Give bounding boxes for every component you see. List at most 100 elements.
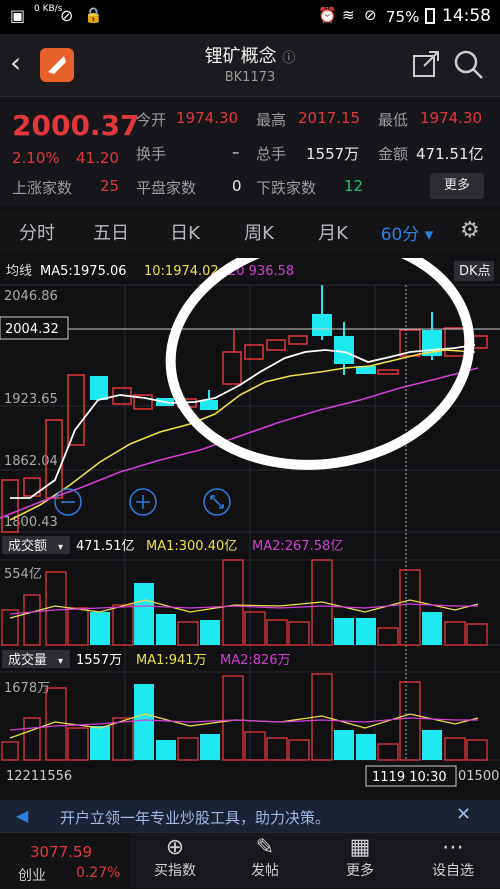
volume-ma2: MA2:826万 — [220, 653, 291, 668]
ellipsis-icon: ⋯ — [442, 835, 464, 860]
tab-60min[interactable]: 60分 ▾ — [370, 220, 444, 245]
open-label: 今开 — [136, 111, 167, 129]
back-icon[interactable]: ‹ — [10, 46, 21, 79]
add-watchlist-button[interactable]: ⋯ 设自选 — [408, 833, 498, 889]
index-name: 创业 — [18, 868, 46, 884]
info-icon[interactable]: ⓘ — [282, 51, 295, 66]
index-pct: 0.27% — [76, 865, 121, 881]
tab-monthly-k[interactable]: 月K — [296, 219, 370, 245]
header: ‹ 锂矿概念 ⓘ BK1173 — [0, 34, 500, 96]
volume-indicator-name: 成交量 — [8, 652, 47, 668]
y-tick: 2046.86 — [4, 289, 58, 304]
high-value: 2017.15 — [298, 109, 361, 127]
change-pct: 2.10% — [12, 149, 60, 167]
net-speed: 0 KB/s — [34, 4, 63, 14]
chevron-down-icon: ▾ — [58, 656, 63, 667]
more-button[interactable]: 更多 — [430, 173, 484, 199]
settings-icon[interactable]: ⚙ — [460, 218, 480, 243]
close-icon[interactable]: ✕ — [456, 804, 471, 825]
y-tick: 1923.65 — [4, 392, 58, 407]
low-value: 1974.30 — [420, 109, 483, 127]
alarm-icon: ⏰ — [318, 6, 337, 24]
kline-svg: 均线 MA5:1975.06 10:1974.02 20 936.58 DK点 … — [0, 234, 500, 787]
index-value: 3077.59 — [30, 843, 93, 861]
volume-max: 1678万 — [4, 681, 50, 696]
zoom-in-button[interactable] — [129, 488, 157, 516]
grid-icon: ▦ — [349, 835, 371, 860]
volume-value: 1557万 — [306, 145, 360, 163]
open-value: 1974.30 — [176, 109, 239, 127]
search-icon[interactable] — [454, 50, 484, 80]
post-label: 发帖 — [251, 863, 279, 879]
volume-ma1: MA1:941万 — [136, 653, 207, 668]
x-label-left: 12211556 — [6, 769, 72, 784]
ma5-label: MA5:1975.06 — [40, 264, 127, 279]
page-title-text: 锂矿概念 — [204, 46, 277, 67]
promo-banner[interactable]: ◀ 开户立领一年专业炒股工具，助力决策。 ✕ — [0, 800, 500, 832]
turnover-label: 换手 — [136, 145, 167, 163]
low-label: 最低 — [378, 111, 409, 129]
crosshair-time: 1119 10:30 — [372, 770, 447, 785]
add-watchlist-label: 设自选 — [432, 863, 474, 879]
fullscreen-icon[interactable] — [203, 488, 231, 516]
up-count: 25 — [100, 177, 120, 195]
post-button[interactable]: ✎ 发帖 — [220, 833, 310, 889]
page-title: 锂矿概念 ⓘ — [150, 42, 350, 68]
quote-panel: 2000.37 2.10% 41.20 今开 1974.30 最高 2017.1… — [0, 96, 500, 206]
tab-weekly-k[interactable]: 周K — [222, 219, 296, 245]
tab-intraday[interactable]: 分时 — [0, 219, 74, 245]
up-count-label: 上涨家数 — [12, 179, 73, 197]
status-bar: ▣ 0 KB/s ⊘ 🔒 ⏰ ≋ ⊘ 75% 14:58 — [0, 0, 500, 34]
highlight-circle — [165, 234, 475, 470]
more-menu-label: 更多 — [346, 863, 374, 879]
more-menu-button[interactable]: ▦ 更多 — [315, 833, 405, 889]
index-ticker[interactable]: 3077.59 创业 0.27% — [0, 833, 130, 889]
y-tick: 1800.43 — [4, 515, 58, 530]
ma10-label: 10:1974.02 — [144, 264, 219, 279]
clock: 14:58 — [442, 6, 491, 26]
amount-ma2: MA2:267.58亿 — [252, 539, 343, 554]
flat-count: 0 — [232, 177, 242, 195]
edit-icon: ✎ — [255, 835, 275, 860]
volume-panel-value: 1557万 — [76, 653, 122, 668]
x-label-right: 01500 — [458, 769, 499, 784]
y-tick: 1862.04 — [4, 454, 58, 469]
lock-icon: 🔒 — [84, 6, 103, 24]
amount-max: 554亿 — [4, 567, 42, 582]
chevron-down-icon: ▾ — [58, 542, 63, 553]
tab-five-day[interactable]: 五日 — [74, 219, 148, 245]
change-abs: 41.20 — [76, 149, 119, 167]
amount-ma1: MA1:300.40亿 — [146, 539, 237, 554]
wifi-icon: ≋ — [342, 6, 355, 24]
stock-code: BK1173 — [224, 70, 276, 85]
bottom-nav: 3077.59 创业 0.27% ⊕ 买指数 ✎ 发帖 ▦ 更多 ⋯ 设自选 — [0, 832, 500, 889]
amount-panel-value: 471.51亿 — [76, 539, 135, 554]
megaphone-icon: ◀ — [16, 806, 29, 825]
high-label: 最高 — [256, 111, 287, 129]
kline-chart[interactable]: 均线 MA5:1975.06 10:1974.02 20 936.58 DK点 … — [0, 234, 500, 788]
buy-index-label: 买指数 — [154, 863, 196, 879]
tab-daily-k[interactable]: 日K — [148, 219, 222, 245]
app-logo-icon — [40, 48, 74, 82]
share-icon[interactable] — [412, 50, 440, 78]
amount-value: 471.51亿 — [416, 145, 484, 163]
battery-text: 75% — [386, 8, 420, 26]
turnover-value: – — [232, 143, 240, 161]
amount-bars — [1, 559, 488, 646]
banner-text: 开户立领一年专业炒股工具，助力决策。 — [60, 809, 331, 827]
ma-title: 均线 — [6, 264, 32, 279]
dnd-icon: ⊘ — [364, 6, 377, 24]
dk-point-label: DK点 — [459, 264, 491, 279]
down-count-label: 下跌家数 — [256, 179, 317, 197]
amount-label: 金额 — [378, 145, 409, 163]
volume-label: 总手 — [256, 145, 287, 163]
amount-indicator-name: 成交额 — [8, 538, 47, 554]
battery-icon — [425, 8, 435, 24]
notification-icon: ▣ — [10, 6, 26, 25]
volume-bars — [1, 673, 488, 761]
period-tabs: 分时 五日 日K 周K 月K 60分 ▾ ⚙ — [0, 210, 500, 254]
flat-count-label: 平盘家数 — [136, 179, 197, 197]
crosshair-price: 2004.32 — [5, 322, 59, 337]
buy-index-button[interactable]: ⊕ 买指数 — [130, 833, 220, 889]
candles — [1, 285, 488, 533]
